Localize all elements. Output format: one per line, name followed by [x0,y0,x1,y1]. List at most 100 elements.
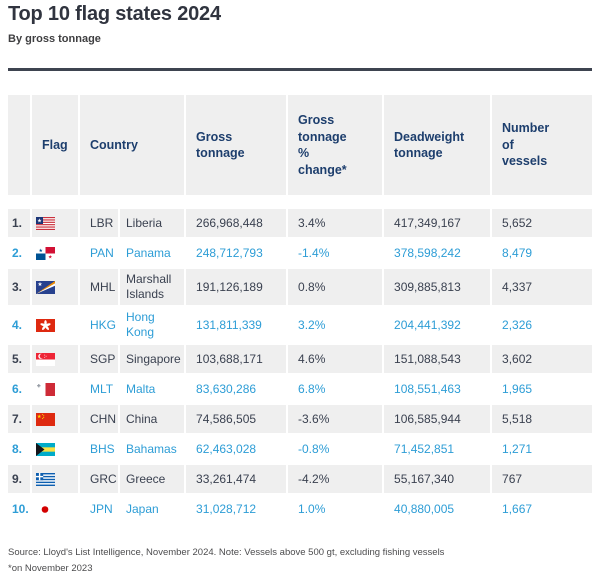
vessels-cell: 5,652 [492,209,592,239]
gt-change-cell: -3.6% [288,405,384,435]
greece-flag-icon [36,473,55,486]
deadweight-cell: 108,551,463 [384,375,492,405]
gt-change-cell: 3.2% [288,307,384,345]
vessels-cell: 5,518 [492,405,592,435]
table-row: 9. GRC Greece 33,261,474 -4.2% 55,167,34… [8,465,592,495]
gt-change-cell: -0.8% [288,435,384,465]
col-header-gross-tonnage: Gross tonnage [186,95,288,209]
country-cell: Japan [120,495,186,525]
deadweight-cell: 204,441,392 [384,307,492,345]
code-cell: LBR [80,209,120,239]
country-cell: Liberia [120,209,186,239]
gross-tonnage-cell: 31,028,712 [186,495,288,525]
gt-change-cell: 3.4% [288,209,384,239]
table-header-row: Flag Country Gross tonnage Gross tonnage… [8,95,592,209]
table-row: 2. PAN Panama 248,712,793 -1.4% 378,598,… [8,239,592,269]
country-cell: China [120,405,186,435]
col-header-deadweight: Deadweight tonnage [384,95,492,209]
code-cell: SGP [80,345,120,375]
flag-cell [32,435,80,465]
deadweight-cell: 55,167,340 [384,465,492,495]
rank-cell: 7. [8,405,32,435]
gross-tonnage-cell: 103,688,171 [186,345,288,375]
table-row: 6. MLT Malta 83,630,286 6.8% 108,551,463… [8,375,592,405]
flag-cell [32,375,80,405]
flag-cell [32,239,80,269]
china-flag-icon [36,413,55,426]
code-cell: GRC [80,465,120,495]
vessels-cell: 1,965 [492,375,592,405]
flag-cell [32,345,80,375]
gross-tonnage-cell: 248,712,793 [186,239,288,269]
col-header-flag-label: Flag [42,137,68,154]
col-header-gross-tonnage-label: Gross tonnage [196,129,256,162]
rank-cell: 8. [8,435,32,465]
gross-tonnage-cell: 83,630,286 [186,375,288,405]
rank-cell: 9. [8,465,32,495]
col-header-flag: Flag [32,95,80,209]
flag-cell [32,465,80,495]
vessels-cell: 8,479 [492,239,592,269]
col-header-country: Country [80,95,186,209]
deadweight-cell: 417,349,167 [384,209,492,239]
gross-tonnage-cell: 191,126,189 [186,269,288,307]
deadweight-cell: 71,452,851 [384,435,492,465]
footnote: Source: Lloyd's List Intelligence, Novem… [8,545,444,577]
table-row: 1. LBR Liberia 266,968,448 3.4% 417,349,… [8,209,592,239]
rank-cell: 2. [8,239,32,269]
deadweight-cell: 309,885,813 [384,269,492,307]
col-header-deadweight-label: Deadweight tonnage [394,129,476,162]
gross-tonnage-cell: 266,968,448 [186,209,288,239]
col-header-rank [8,95,32,209]
table-row: 7. CHN China 74,586,505 -3.6% 106,585,94… [8,405,592,435]
gt-change-cell: 4.6% [288,345,384,375]
table-row: 4. HKG Hong Kong 131,811,339 3.2% 204,44 [8,307,592,345]
flag-cell [32,209,80,239]
code-cell: BHS [80,435,120,465]
vessels-cell: 3,602 [492,345,592,375]
vessels-cell: 4,337 [492,269,592,307]
vessels-cell: 767 [492,465,592,495]
country-cell: Bahamas [120,435,186,465]
gt-change-cell: 6.8% [288,375,384,405]
panama-flag-icon [36,247,55,260]
code-cell: MHL [80,269,120,307]
deadweight-cell: 151,088,543 [384,345,492,375]
col-header-gt-change-label: Gross tonnage % change* [298,112,354,178]
flag-cell [32,269,80,307]
asterisk-note: *on November 2023 [8,561,444,577]
code-cell: CHN [80,405,120,435]
country-cell: Greece [120,465,186,495]
table-row: 10. JPN Japan 31,028,712 1.0% 40,880,005… [8,495,592,525]
malta-flag-icon [36,383,55,396]
page-subtitle: By gross tonnage [8,33,101,45]
country-cell: Marshall Islands [120,269,186,307]
flag-cell [32,495,80,525]
hong-kong-flag-icon [36,319,55,332]
gt-change-cell: 0.8% [288,269,384,307]
source-note: Source: Lloyd's List Intelligence, Novem… [8,545,444,561]
gross-tonnage-cell: 131,811,339 [186,307,288,345]
rank-cell: 5. [8,345,32,375]
table-row: 5. SGP Singapore 103,688,171 4.6% 151,08… [8,345,592,375]
code-cell: MLT [80,375,120,405]
code-cell: JPN [80,495,120,525]
rank-cell: 6. [8,375,32,405]
gross-tonnage-cell: 74,586,505 [186,405,288,435]
col-header-country-label: Country [90,137,138,154]
code-cell: PAN [80,239,120,269]
vessels-cell: 2,326 [492,307,592,345]
bahamas-flag-icon [36,443,55,456]
col-header-vessels-label: Number of vessels [502,120,554,170]
page-title: Top 10 flag states 2024 [8,3,221,26]
rank-cell: 10. [8,495,32,525]
country-cell: Panama [120,239,186,269]
gt-change-cell: 1.0% [288,495,384,525]
gross-tonnage-cell: 62,463,028 [186,435,288,465]
vessels-cell: 1,667 [492,495,592,525]
table-row: 3. MHL Marshall Islands 191,126,189 0.8%… [8,269,592,307]
flag-cell [32,405,80,435]
vessels-cell: 1,271 [492,435,592,465]
gross-tonnage-cell: 33,261,474 [186,465,288,495]
gt-change-cell: -1.4% [288,239,384,269]
